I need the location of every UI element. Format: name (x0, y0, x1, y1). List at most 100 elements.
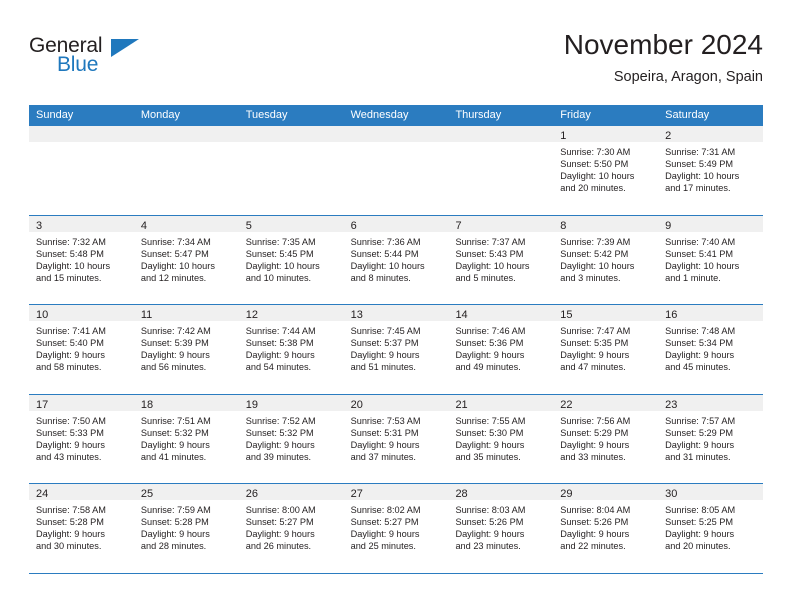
sunset-text: Sunset: 5:34 PM (665, 338, 734, 349)
day-number-band: 10 (29, 305, 134, 321)
daylight-text-line1: Daylight: 10 hours (665, 260, 740, 271)
daylight-text-line1: Daylight: 10 hours (560, 260, 635, 271)
calendar-day-cell-3[interactable]: 3 Sunrise: 7:32 AM Sunset: 5:48 PM Daylight… (29, 215, 134, 304)
day-number-band: 6 (343, 215, 449, 232)
sunrise-text: Sunrise: 7:30 AM (560, 147, 631, 157)
day-number-band: 19 (238, 394, 344, 411)
calendar-week-row: 3 Sunrise: 7:32 AM Sunset: 5:48 PM Daylight… (29, 215, 764, 305)
calendar-day-cell-5[interactable]: 5 Sunrise: 7:35 AM Sunset: 5:45 PM Daylight… (238, 215, 344, 304)
sunset-text: Sunset: 5:28 PM (36, 517, 104, 528)
day-number-band: 20 (343, 394, 449, 411)
day-number-band (343, 126, 449, 142)
day-details: Sunrise: 7:48 AM Sunset: 5:34 PM Daylight:… (658, 321, 763, 373)
calendar-day-cell-20[interactable]: 20 Sunrise: 7:53 AM Sunset: 5:31 PM Dayligh… (343, 394, 449, 483)
calendar-day-cell-12[interactable]: 12 Sunrise: 7:44 AM Sunset: 5:38 PM Dayligh… (238, 305, 344, 394)
daylight-text-line1: Daylight: 9 hours (36, 439, 105, 450)
daylight-text-line1: Daylight: 10 hours (245, 260, 320, 271)
day-number: 1 (560, 130, 567, 142)
daylight-text-line1: Daylight: 10 hours (140, 260, 215, 271)
day-details: Sunrise: 7:42 AM Sunset: 5:39 PM Daylight:… (134, 321, 239, 373)
day-number: 23 (665, 398, 678, 411)
day-details: Sunrise: 7:34 AM Sunset: 5:47 PM Daylight:… (134, 232, 239, 284)
sunrise-text: Sunrise: 7:44 AM (245, 326, 316, 336)
day-details (448, 142, 553, 146)
calendar-day-cell-18[interactable]: 18 Sunrise: 7:51 AM Sunset: 5:32 PM Dayligh… (133, 394, 239, 483)
daylight-text-line1: Daylight: 9 hours (455, 439, 525, 450)
day-number-band: 5 (238, 215, 344, 232)
sunrise-text: Sunrise: 7:53 AM (350, 415, 421, 426)
calendar-day-cell-15[interactable]: 15 Sunrise: 7:47 AM Sunset: 5:35 PM Dayligh… (553, 305, 659, 394)
calendar-day-cell-25[interactable]: 25 Sunrise: 7:59 AM Sunset: 5:28 PM Dayligh… (133, 484, 239, 573)
day-number-band: 11 (133, 305, 239, 321)
sunset-text: Sunset: 5:36 PM (455, 338, 524, 349)
daylight-text-line2: and 23 minutes. (455, 541, 521, 552)
calendar-day-cell-16[interactable]: 16 Sunrise: 7:48 AM Sunset: 5:34 PM Dayligh… (658, 305, 764, 394)
sunset-text: Sunset: 5:32 PM (245, 427, 314, 438)
daylight-text-line2: and 15 minutes. (36, 272, 102, 283)
calendar-day-cell-24[interactable]: 24 Sunrise: 7:58 AM Sunset: 5:28 PM Dayligh… (29, 484, 134, 573)
daylight-text-line2: and 1 minute. (665, 272, 721, 283)
sunset-text: Sunset: 5:45 PM (245, 248, 314, 259)
calendar-day-cell-1[interactable]: 1 Sunrise: 7:30 AM Sunset: 5:50 PM Daylight… (553, 126, 659, 215)
calendar-day-cell-13[interactable]: 13 Sunrise: 7:45 AM Sunset: 5:37 PM Dayligh… (343, 305, 449, 394)
day-number-band: 21 (448, 394, 554, 411)
sunrise-text: Sunrise: 7:37 AM (455, 236, 526, 247)
calendar-day-cell-21[interactable]: 21 Sunrise: 7:55 AM Sunset: 5:30 PM Dayligh… (448, 394, 554, 483)
day-number: 15 (560, 309, 573, 321)
calendar-day-cell-26[interactable]: 26 Sunrise: 8:00 AM Sunset: 5:27 PM Dayligh… (238, 484, 344, 573)
daylight-text-line2: and 45 minutes. (665, 362, 731, 373)
calendar-day-cell-6[interactable]: 6 Sunrise: 7:36 AM Sunset: 5:44 PM Daylight… (343, 215, 449, 304)
daylight-text-line2: and 28 minutes. (140, 541, 207, 552)
day-number: 29 (560, 488, 573, 500)
day-number: 12 (245, 309, 258, 321)
calendar-day-cell-28[interactable]: 28 Sunrise: 8:03 AM Sunset: 5:26 PM Dayligh… (448, 484, 554, 573)
calendar-day-cell-14[interactable]: 14 Sunrise: 7:46 AM Sunset: 5:36 PM Dayligh… (448, 305, 554, 394)
day-number: 2 (665, 130, 672, 142)
calendar-day-cell-30[interactable]: 30 Sunrise: 8:05 AM Sunset: 5:25 PM Dayligh… (658, 484, 764, 573)
calendar-day-cell-19[interactable]: 19 Sunrise: 7:52 AM Sunset: 5:32 PM Dayligh… (238, 394, 344, 483)
calendar-day-cell-23[interactable]: 23 Sunrise: 7:57 AM Sunset: 5:29 PM Dayligh… (658, 394, 764, 483)
daylight-text-line1: Daylight: 9 hours (455, 529, 525, 540)
calendar-body: 1 Sunrise: 7:30 AM Sunset: 5:50 PM Daylight… (29, 126, 764, 574)
daylight-text-line2: and 17 minutes. (665, 183, 731, 194)
day-details: Sunrise: 7:52 AM Sunset: 5:32 PM Daylight:… (239, 411, 344, 463)
calendar-day-cell-11[interactable]: 11 Sunrise: 7:42 AM Sunset: 5:39 PM Dayligh… (133, 305, 239, 394)
day-details: Sunrise: 7:59 AM Sunset: 5:28 PM Daylight:… (134, 500, 239, 552)
day-number: 20 (350, 398, 363, 411)
sunrise-text: Sunrise: 7:55 AM (455, 415, 526, 426)
daylight-text-line1: Daylight: 10 hours (560, 171, 635, 182)
calendar-day-cell-4[interactable]: 4 Sunrise: 7:34 AM Sunset: 5:47 PM Daylight… (133, 215, 239, 304)
calendar-day-cell-22[interactable]: 22 Sunrise: 7:56 AM Sunset: 5:29 PM Dayligh… (553, 394, 659, 483)
day-number-band: 1 (553, 126, 659, 142)
day-number-band (133, 126, 239, 142)
sunrise-text: Sunrise: 8:00 AM (245, 505, 316, 515)
daylight-text-line1: Daylight: 9 hours (560, 439, 630, 450)
calendar-day-cell-7[interactable]: 7 Sunrise: 7:37 AM Sunset: 5:43 PM Daylight… (448, 215, 554, 304)
day-details (239, 142, 344, 146)
calendar-day-cell-9[interactable]: 9 Sunrise: 7:40 AM Sunset: 5:41 PM Daylight… (658, 215, 764, 304)
day-number-band: 30 (658, 484, 764, 500)
day-number: 5 (245, 219, 252, 232)
weekday-header-sunday: Sunday (36, 109, 74, 121)
sunrise-text: Sunrise: 7:59 AM (140, 505, 211, 515)
day-number-band: 27 (343, 484, 449, 500)
calendar-day-cell-29[interactable]: 29 Sunrise: 8:04 AM Sunset: 5:26 PM Dayligh… (553, 484, 659, 573)
calendar-week-row: 17 Sunrise: 7:50 AM Sunset: 5:33 PM Dayligh… (29, 394, 764, 484)
calendar-day-cell-10[interactable]: 10 Sunrise: 7:41 AM Sunset: 5:40 PM Dayligh… (29, 305, 134, 394)
calendar-day-cell-27[interactable]: 27 Sunrise: 8:02 AM Sunset: 5:27 PM Dayligh… (343, 484, 449, 573)
day-number-band: 18 (133, 394, 239, 411)
day-details: Sunrise: 7:44 AM Sunset: 5:38 PM Daylight:… (239, 321, 344, 373)
day-details (344, 142, 449, 146)
day-details: Sunrise: 7:36 AM Sunset: 5:44 PM Daylight:… (344, 232, 449, 284)
day-details: Sunrise: 7:40 AM Sunset: 5:41 PM Daylight:… (658, 232, 763, 284)
day-details: Sunrise: 8:05 AM Sunset: 5:25 PM Daylight:… (658, 500, 763, 552)
sunset-text: Sunset: 5:49 PM (665, 159, 734, 170)
day-number: 25 (140, 488, 154, 500)
calendar-day-cell-17[interactable]: 17 Sunrise: 7:50 AM Sunset: 5:33 PM Dayligh… (29, 394, 134, 483)
calendar-day-cell-8[interactable]: 8 Sunrise: 7:39 AM Sunset: 5:42 PM Daylight… (553, 215, 659, 304)
day-number: 3 (36, 219, 43, 232)
calendar-day-cell-2[interactable]: 2 Sunrise: 7:31 AM Sunset: 5:49 PM Daylight… (658, 126, 764, 215)
sunrise-text: Sunrise: 7:46 AM (455, 326, 526, 336)
sunrise-text: Sunrise: 7:32 AM (36, 236, 106, 247)
sunrise-text: Sunrise: 7:45 AM (350, 326, 421, 336)
